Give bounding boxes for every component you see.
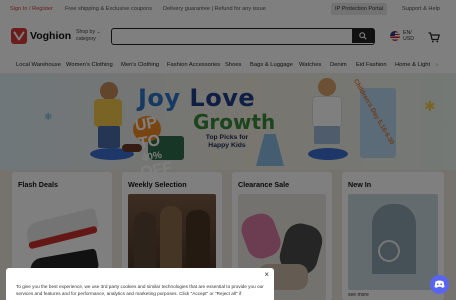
cookie-consent-dialog: × To give you the best experience, we us… xyxy=(6,268,274,300)
chat-icon xyxy=(434,280,445,288)
close-icon[interactable]: × xyxy=(264,271,269,279)
cookie-consent-text: To give you the best experience, we use … xyxy=(16,284,264,296)
modal-overlay[interactable] xyxy=(0,0,456,300)
chat-support-button[interactable] xyxy=(430,275,449,294)
